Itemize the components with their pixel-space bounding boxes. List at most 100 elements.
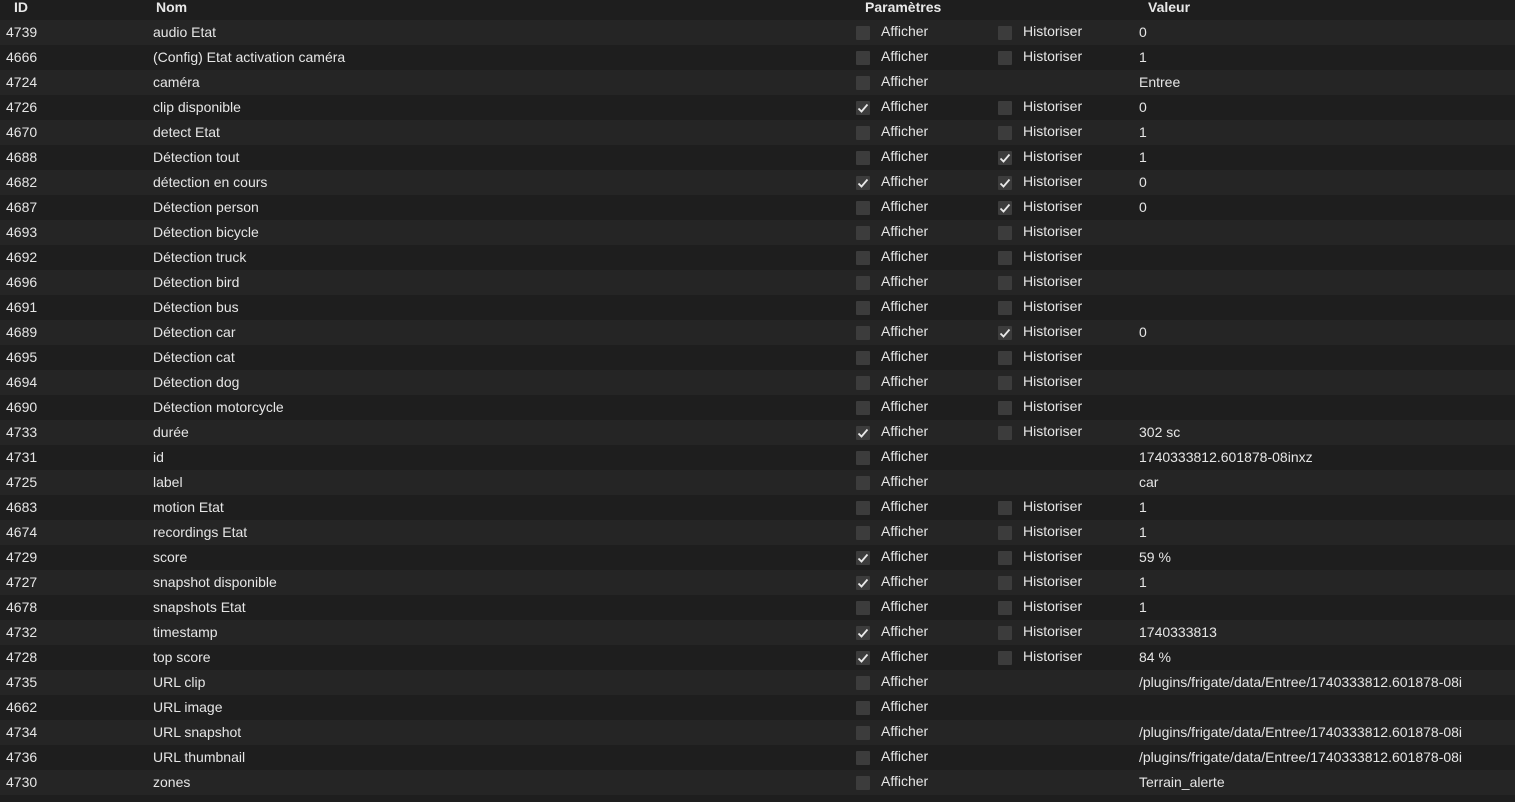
historiser-checkbox[interactable] (998, 126, 1012, 140)
historiser-checkbox[interactable] (998, 551, 1012, 565)
historiser-label[interactable]: Historiser (1023, 344, 1082, 369)
afficher-checkbox[interactable] (856, 576, 870, 590)
afficher-label[interactable]: Afficher (881, 69, 928, 94)
afficher-checkbox[interactable] (856, 76, 870, 90)
afficher-label[interactable]: Afficher (881, 369, 928, 394)
historiser-label[interactable]: Historiser (1023, 369, 1082, 394)
historiser-checkbox[interactable] (998, 526, 1012, 540)
historiser-checkbox[interactable] (998, 176, 1012, 190)
afficher-checkbox[interactable] (856, 526, 870, 540)
afficher-checkbox[interactable] (856, 51, 870, 65)
historiser-label[interactable]: Historiser (1023, 194, 1082, 219)
afficher-label[interactable]: Afficher (881, 519, 928, 544)
afficher-checkbox[interactable] (856, 201, 870, 215)
afficher-checkbox[interactable] (856, 401, 870, 415)
afficher-label[interactable]: Afficher (881, 644, 928, 669)
historiser-checkbox[interactable] (998, 401, 1012, 415)
afficher-label[interactable]: Afficher (881, 569, 928, 594)
historiser-label[interactable]: Historiser (1023, 544, 1082, 569)
afficher-label[interactable]: Afficher (881, 344, 928, 369)
header-valeur[interactable]: Valeur (1148, 0, 1190, 15)
afficher-checkbox[interactable] (856, 626, 870, 640)
afficher-checkbox[interactable] (856, 301, 870, 315)
historiser-label[interactable]: Historiser (1023, 394, 1082, 419)
afficher-label[interactable]: Afficher (881, 44, 928, 69)
afficher-checkbox[interactable] (856, 26, 870, 40)
historiser-checkbox[interactable] (998, 626, 1012, 640)
afficher-label[interactable]: Afficher (881, 544, 928, 569)
historiser-label[interactable]: Historiser (1023, 219, 1082, 244)
historiser-label[interactable]: Historiser (1023, 644, 1082, 669)
afficher-checkbox[interactable] (856, 426, 870, 440)
historiser-label[interactable]: Historiser (1023, 619, 1082, 644)
historiser-checkbox[interactable] (998, 301, 1012, 315)
afficher-checkbox[interactable] (856, 326, 870, 340)
afficher-checkbox[interactable] (856, 176, 870, 190)
historiser-checkbox[interactable] (998, 351, 1012, 365)
historiser-checkbox[interactable] (998, 26, 1012, 40)
afficher-checkbox[interactable] (856, 251, 870, 265)
afficher-label[interactable]: Afficher (881, 319, 928, 344)
historiser-label[interactable]: Historiser (1023, 44, 1082, 69)
afficher-label[interactable]: Afficher (881, 744, 928, 769)
afficher-label[interactable]: Afficher (881, 419, 928, 444)
historiser-label[interactable]: Historiser (1023, 419, 1082, 444)
afficher-label[interactable]: Afficher (881, 94, 928, 119)
historiser-label[interactable]: Historiser (1023, 244, 1082, 269)
afficher-checkbox[interactable] (856, 676, 870, 690)
afficher-label[interactable]: Afficher (881, 294, 928, 319)
historiser-checkbox[interactable] (998, 51, 1012, 65)
afficher-checkbox[interactable] (856, 226, 870, 240)
afficher-label[interactable]: Afficher (881, 469, 928, 494)
afficher-label[interactable]: Afficher (881, 144, 928, 169)
afficher-label[interactable]: Afficher (881, 269, 928, 294)
afficher-checkbox[interactable] (856, 351, 870, 365)
afficher-checkbox[interactable] (856, 501, 870, 515)
afficher-label[interactable]: Afficher (881, 669, 928, 694)
header-nom[interactable]: Nom (156, 0, 187, 15)
historiser-label[interactable]: Historiser (1023, 519, 1082, 544)
afficher-checkbox[interactable] (856, 751, 870, 765)
historiser-checkbox[interactable] (998, 501, 1012, 515)
afficher-label[interactable]: Afficher (881, 719, 928, 744)
historiser-checkbox[interactable] (998, 226, 1012, 240)
afficher-label[interactable]: Afficher (881, 244, 928, 269)
historiser-checkbox[interactable] (998, 376, 1012, 390)
afficher-checkbox[interactable] (856, 101, 870, 115)
afficher-label[interactable]: Afficher (881, 169, 928, 194)
afficher-checkbox[interactable] (856, 451, 870, 465)
historiser-checkbox[interactable] (998, 601, 1012, 615)
afficher-checkbox[interactable] (856, 701, 870, 715)
afficher-checkbox[interactable] (856, 151, 870, 165)
historiser-checkbox[interactable] (998, 651, 1012, 665)
historiser-label[interactable]: Historiser (1023, 594, 1082, 619)
historiser-label[interactable]: Historiser (1023, 269, 1082, 294)
afficher-checkbox[interactable] (856, 476, 870, 490)
afficher-label[interactable]: Afficher (881, 694, 928, 719)
header-id[interactable]: ID (14, 0, 28, 15)
afficher-checkbox[interactable] (856, 551, 870, 565)
afficher-checkbox[interactable] (856, 126, 870, 140)
afficher-label[interactable]: Afficher (881, 594, 928, 619)
historiser-checkbox[interactable] (998, 101, 1012, 115)
historiser-checkbox[interactable] (998, 426, 1012, 440)
historiser-checkbox[interactable] (998, 151, 1012, 165)
afficher-checkbox[interactable] (856, 376, 870, 390)
historiser-label[interactable]: Historiser (1023, 494, 1082, 519)
afficher-checkbox[interactable] (856, 651, 870, 665)
historiser-label[interactable]: Historiser (1023, 119, 1082, 144)
historiser-checkbox[interactable] (998, 576, 1012, 590)
afficher-checkbox[interactable] (856, 601, 870, 615)
afficher-label[interactable]: Afficher (881, 194, 928, 219)
afficher-checkbox[interactable] (856, 776, 870, 790)
historiser-label[interactable]: Historiser (1023, 319, 1082, 344)
afficher-label[interactable]: Afficher (881, 394, 928, 419)
afficher-label[interactable]: Afficher (881, 219, 928, 244)
historiser-label[interactable]: Historiser (1023, 94, 1082, 119)
historiser-checkbox[interactable] (998, 326, 1012, 340)
header-parametres[interactable]: Paramètres (865, 0, 941, 15)
afficher-label[interactable]: Afficher (881, 494, 928, 519)
historiser-label[interactable]: Historiser (1023, 569, 1082, 594)
historiser-label[interactable]: Historiser (1023, 294, 1082, 319)
historiser-checkbox[interactable] (998, 251, 1012, 265)
